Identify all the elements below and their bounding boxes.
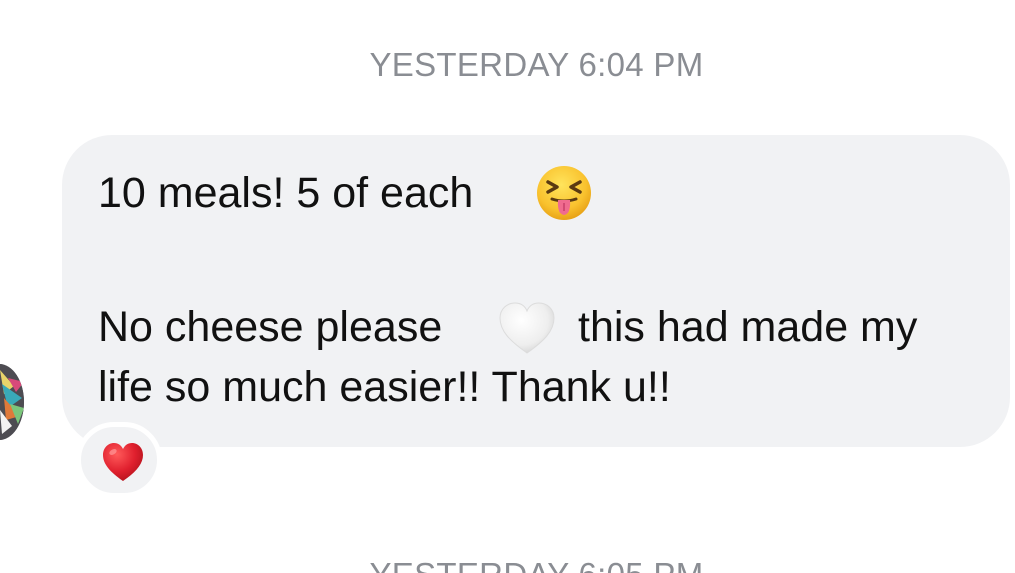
message-text-line-2-start: No cheese please	[98, 303, 443, 351]
message-text-line-2-end: this had made my	[578, 303, 918, 351]
message-line-3: life so much easier!! Thank u!!	[98, 366, 671, 409]
reaction-badge[interactable]	[76, 422, 162, 498]
white-heart-icon	[499, 302, 555, 354]
message-line-1: 10 meals! 5 of each	[98, 172, 473, 215]
red-heart-icon	[103, 443, 143, 481]
message-line-2: No cheese please this had made my	[98, 303, 917, 351]
next-message-timestamp: YESTERDAY 6:05 PM	[0, 556, 1015, 573]
squinting-face-with-tongue-icon	[537, 166, 591, 220]
message-timestamp: YESTERDAY 6:04 PM	[369, 46, 704, 83]
message-text-line-1: 10 meals! 5 of each	[98, 169, 474, 217]
chat-screen: YESTERDAY 6:04 PM 10 meals! 5 of each No…	[0, 0, 1015, 573]
message-text-line-3: life so much easier!! Thank u!!	[98, 363, 671, 411]
sender-avatar[interactable]	[0, 364, 24, 440]
avatar-image	[0, 364, 24, 440]
